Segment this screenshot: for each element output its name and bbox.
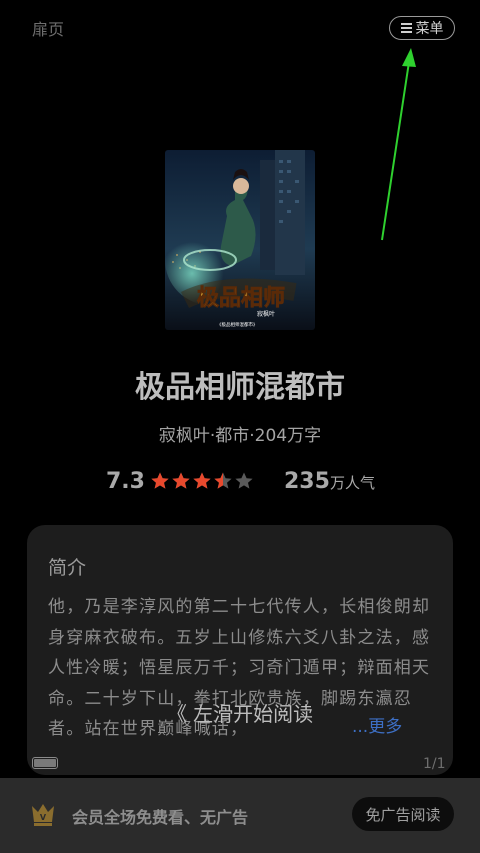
book-title-page: 扉页 菜单 极品相师 寂枫叶 《极品相师混都市》 极品相师混都市 寂枫叶·都市·… xyxy=(0,0,480,853)
swipe-hint: 《 左滑开始阅读 xyxy=(166,702,314,726)
battery-icon xyxy=(32,757,58,769)
page-indicator: 1/1 xyxy=(423,756,446,772)
book-cover-image: 极品相师 寂枫叶 《极品相师混都市》 xyxy=(165,150,315,330)
vip-crown-icon: V xyxy=(32,804,54,826)
intro-card[interactable]: 简介 他，乃是李淳风的第二十七代传人，长相俊朗却身穿麻衣破布。五岁上山修炼六爻八… xyxy=(27,525,453,775)
book-title: 极品相师混都市 xyxy=(135,370,345,405)
star-icon xyxy=(193,472,211,489)
popularity-unit: 万人气 xyxy=(329,474,375,492)
vip-bar[interactable]: V 会员全场免费看、无广告 免广告阅读 xyxy=(0,778,480,853)
battery-fill xyxy=(34,759,56,767)
ad-free-read-button[interactable]: 免广告阅读 xyxy=(352,797,454,831)
rating-stars xyxy=(150,471,255,491)
book-meta: 寂枫叶·都市·204万字 xyxy=(158,426,322,446)
intro-heading: 简介 xyxy=(48,557,87,579)
popularity-number: 235 xyxy=(284,469,330,494)
star-icon xyxy=(214,472,232,489)
popularity: 235万人气 xyxy=(284,469,375,494)
svg-text:《极品相师混都市》: 《极品相师混都市》 xyxy=(217,321,258,328)
rating-score: 7.3 xyxy=(106,469,145,494)
svg-text:寂枫叶: 寂枫叶 xyxy=(257,310,275,318)
star-icon xyxy=(235,472,253,489)
star-icon xyxy=(151,472,169,489)
star-icon xyxy=(172,472,190,489)
book-cover[interactable]: 极品相师 寂枫叶 《极品相师混都市》 xyxy=(165,150,315,330)
svg-text:V: V xyxy=(40,813,47,822)
vip-promo-text: 会员全场免费看、无广告 xyxy=(72,808,249,827)
svg-text:极品相师: 极品相师 xyxy=(197,285,285,311)
